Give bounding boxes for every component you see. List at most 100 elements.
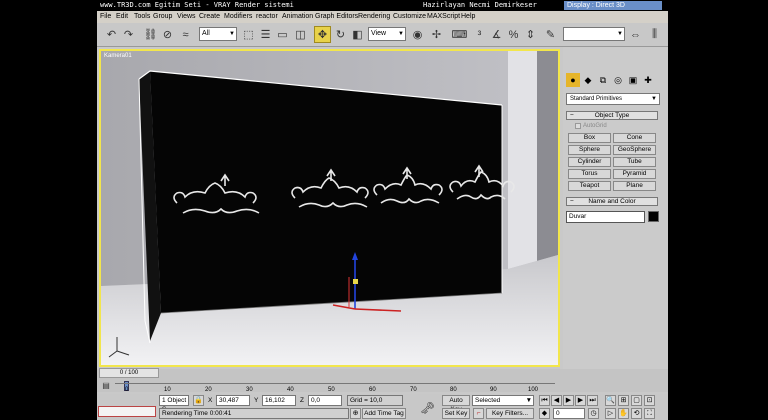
modify-tab-icon[interactable]: ◆ — [581, 73, 595, 87]
align-icon[interactable]: ⫼ — [646, 26, 663, 43]
select-and-rotate-icon[interactable]: ↻ — [332, 26, 349, 43]
key-filters-button[interactable]: Key Filters... — [486, 408, 534, 419]
tube-button[interactable]: Tube — [613, 157, 656, 167]
track-bar — [97, 369, 668, 392]
set-key-button[interactable]: Set Key — [442, 408, 470, 419]
time-configuration-icon[interactable]: ◷ — [588, 408, 599, 419]
set-keys-key-icon[interactable]: 🗝 — [419, 399, 436, 416]
menu-animation[interactable]: Animation — [282, 13, 313, 20]
sphere-button[interactable]: Sphere — [568, 145, 611, 155]
auto-key-button[interactable]: Auto Key — [442, 395, 470, 413]
pivot-center-icon[interactable]: ◉ — [409, 26, 426, 43]
zoom-all-icon[interactable]: ⊞ — [618, 395, 629, 406]
torus-button[interactable]: Torus — [568, 169, 611, 179]
field-of-view-icon[interactable]: ▷ — [605, 408, 616, 419]
menu-reactor[interactable]: reactor — [256, 13, 278, 20]
key-filter-icon[interactable]: ⌐ — [473, 408, 484, 419]
keyboard-shortcut-override-icon[interactable]: ⌨ — [451, 26, 468, 43]
plane-button[interactable]: Plane — [613, 181, 656, 191]
menu-views[interactable]: Views — [177, 13, 196, 20]
teapot-button[interactable]: Teapot — [568, 181, 611, 191]
chevron-down-icon: ▼ — [651, 96, 657, 102]
maxscript-listener-field[interactable] — [98, 406, 156, 417]
window-crossing-icon[interactable]: ◫ — [292, 26, 309, 43]
chevron-down-icon: ▼ — [617, 31, 623, 37]
object-color-swatch[interactable] — [648, 211, 659, 222]
time-tag-icon[interactable]: ⊕ — [350, 408, 361, 419]
primitive-type-dropdown[interactable]: Standard Primitives ▼ — [566, 93, 660, 105]
select-and-manipulate-icon[interactable]: ✢ — [428, 26, 445, 43]
current-frame-field[interactable]: 0 — [553, 408, 585, 419]
y-coord-field[interactable]: 16,102 — [262, 395, 296, 406]
maximize-viewport-icon[interactable]: ⛶ — [644, 408, 655, 419]
right-column-side — [537, 51, 558, 261]
menu-tools[interactable]: Tools — [134, 13, 150, 20]
menu-create[interactable]: Create — [199, 13, 220, 20]
unlink-icon[interactable]: ⊘ — [159, 26, 176, 43]
selection-lock-icon[interactable]: 🔒 — [193, 395, 204, 406]
x-coord-field[interactable]: 30,487 — [216, 395, 250, 406]
redo-icon[interactable]: ↷ — [120, 26, 137, 43]
go-to-end-icon[interactable]: ⏭ — [587, 395, 598, 406]
menu-maxscript[interactable]: MAXScript — [427, 13, 460, 20]
object-type-rollout[interactable]: − Object Type — [566, 111, 658, 120]
object-type-title: Object Type — [594, 112, 630, 119]
bind-space-warp-icon[interactable]: ≈ — [177, 26, 194, 43]
go-to-start-icon[interactable]: ⏮ — [539, 395, 550, 406]
create-tab-icon[interactable]: ● — [566, 73, 580, 87]
autogrid-checkbox[interactable]: AutoGrid — [575, 123, 607, 129]
add-time-tag-button[interactable]: Add Time Tag — [362, 408, 406, 419]
box-button[interactable]: Box — [568, 133, 611, 143]
select-object-icon[interactable]: ⬚ — [240, 26, 257, 43]
reference-coord-dropdown[interactable]: View ▼ — [368, 27, 406, 41]
rectangular-selection-icon[interactable]: ▭ — [274, 26, 291, 43]
hierarchy-tab-icon[interactable]: ⧉ — [596, 73, 610, 87]
viewport-label[interactable]: Kamera01 — [104, 53, 132, 59]
named-selection-set-field[interactable]: ▼ — [563, 27, 625, 41]
camera-viewport[interactable]: Kamera01 — [99, 49, 560, 367]
cylinder-button[interactable]: Cylinder — [568, 157, 611, 167]
select-and-scale-icon[interactable]: ◧ — [349, 26, 366, 43]
menu-graph-editors[interactable]: Graph Editors — [315, 13, 358, 20]
menu-help[interactable]: Help — [461, 13, 475, 20]
select-by-name-icon[interactable]: ☰ — [257, 26, 274, 43]
mirror-icon[interactable]: ⇔ — [627, 26, 644, 43]
undo-icon[interactable]: ↶ — [103, 26, 120, 43]
select-and-link-icon[interactable]: ⛓ — [142, 26, 159, 43]
play-icon[interactable]: ▶ — [563, 395, 574, 406]
menu-modifiers[interactable]: Modifiers — [224, 13, 252, 20]
display-tab-icon[interactable]: ▣ — [626, 73, 640, 87]
menu-edit[interactable]: Edit — [116, 13, 128, 20]
angle-snap-icon[interactable]: ∡ — [488, 26, 505, 43]
cone-button[interactable]: Cone — [613, 133, 656, 143]
edit-named-selection-icon[interactable]: ✎ — [542, 26, 559, 43]
time-slider[interactable]: 0 / 100 — [99, 368, 159, 378]
pan-icon[interactable]: ✋ — [618, 408, 629, 419]
grid-size: Grid = 10,0 — [347, 395, 403, 406]
zoom-icon[interactable]: 🔍 — [605, 395, 616, 406]
menu-file[interactable]: File — [100, 13, 111, 20]
menu-group[interactable]: Group — [153, 13, 172, 20]
previous-frame-icon[interactable]: ◀ — [551, 395, 562, 406]
menu-rendering[interactable]: Rendering — [358, 13, 390, 20]
z-coord-field[interactable]: 0,0 — [308, 395, 342, 406]
object-name-field[interactable]: Duvar — [566, 211, 645, 223]
name-and-color-rollout[interactable]: − Name and Color — [566, 197, 658, 206]
percent-snap-icon[interactable]: % — [505, 26, 522, 43]
zoom-extents-icon[interactable]: ▢ — [631, 395, 642, 406]
geosphere-button[interactable]: GeoSphere — [613, 145, 656, 155]
key-mode-toggle-icon[interactable]: ◆ — [539, 408, 550, 419]
spinner-snap-icon[interactable]: ⇕ — [522, 26, 539, 43]
motion-tab-icon[interactable]: ◎ — [611, 73, 625, 87]
orbit-icon[interactable]: ⟲ — [631, 408, 642, 419]
zoom-extents-all-icon[interactable]: ⊡ — [644, 395, 655, 406]
utilities-tab-icon[interactable]: ✚ — [641, 73, 655, 87]
key-mode-dropdown[interactable]: Selected ▼ — [472, 395, 534, 406]
snaps-toggle-icon[interactable]: ³ — [471, 26, 488, 43]
menu-customize[interactable]: Customize — [393, 13, 426, 20]
selection-filter-dropdown[interactable]: All ▼ — [199, 27, 237, 41]
select-and-move-icon[interactable]: ✥ — [314, 26, 331, 43]
mini-curve-editor-icon[interactable]: ▤ — [100, 379, 112, 391]
next-frame-icon[interactable]: ▶ — [575, 395, 586, 406]
pyramid-button[interactable]: Pyramid — [613, 169, 656, 179]
